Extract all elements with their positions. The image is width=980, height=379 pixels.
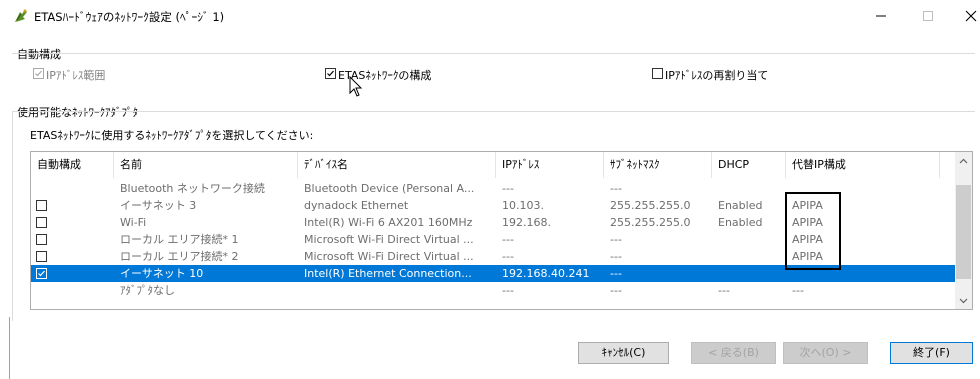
row-ip: --- [502,284,514,297]
next-button[interactable]: 次へ(O) > [783,342,868,364]
col-subnet-mask[interactable]: ｻﾌﾞﾈｯﾄﾏｽｸ [604,152,712,178]
left-divider [9,317,10,379]
row-dhcp [718,180,784,197]
row-mask: --- [610,182,622,195]
back-button[interactable]: < 戻る(B) [691,342,776,364]
row-name: イーサネット 3 [120,199,197,212]
col-dhcp[interactable]: DHCP [712,152,786,178]
row-dhcp [718,265,784,282]
col-name[interactable]: 名前 [114,152,298,178]
col-device-name[interactable]: ﾃﾞﾊﾞｲｽ名 [298,152,496,178]
table-row[interactable]: ｱﾀﾞﾌﾟﾀなし --- --- --- --- [31,282,955,299]
row-name: ローカル エリア接続* 1 [120,233,239,246]
scroll-up-icon[interactable] [955,152,972,169]
row-device: dynadock Ethernet [304,199,409,212]
etas-network-config-checkbox[interactable] [325,68,336,79]
row-name: ローカル エリア接続* 2 [120,250,239,263]
ip-range-label: IPｱﾄﾞﾚｽ範囲 [46,69,106,82]
minimize-button[interactable] [858,4,904,28]
row-checkbox[interactable] [36,200,47,211]
col-ip-address[interactable]: IPｱﾄﾞﾚｽ [496,152,604,178]
adapters-instruction: ETASﾈｯﾄﾜｰｸに使用するﾈｯﾄﾜｰｸｱﾀﾞﾌﾟﾀを選択してください: [30,129,314,142]
row-dhcp: Enabled [718,216,763,229]
row-mask: --- [610,284,622,297]
row-checkbox[interactable] [36,234,47,245]
row-device: Intel(R) Wi-Fi 6 AX201 160MHz [304,216,473,229]
ip-reassign-checkbox[interactable] [652,68,663,79]
row-dhcp: Enabled [718,199,763,212]
ip-reassign-label: IPｱﾄﾞﾚｽの再割り当て [665,69,769,82]
row-mask: --- [610,267,622,280]
row-mask: 255.255.255.0 [610,199,691,212]
close-button[interactable] [948,4,980,28]
row-name: Bluetooth ネットワーク接続 [120,182,265,195]
mouse-cursor-icon [349,75,363,101]
row-device [304,282,494,299]
table-scrollbar[interactable] [955,152,972,309]
row-name: Wi-Fi [120,216,147,229]
row-ip: 192.168.40.241 [502,267,590,280]
title-bar: ETASﾊｰﾄﾞｳｪｱのﾈｯﾄﾜｰｸ設定 (ﾍﾟｰｼﾞ 1) [0,0,980,30]
auto-config-group [12,53,975,91]
row-mask: 255.255.255.0 [610,216,691,229]
row-device: Intel(R) Ethernet Connection... [304,267,472,280]
row-name: イーサネット 10 [120,267,204,280]
col-alt-ip-config[interactable]: 代替IP構成 [786,152,940,178]
scroll-thumb[interactable] [956,185,971,279]
row-checkbox[interactable] [36,268,47,279]
scroll-down-icon[interactable] [955,292,972,309]
ip-range-checkbox[interactable] [33,68,44,79]
row-dhcp [718,231,784,248]
table-header: 自動構成 名前 ﾃﾞﾊﾞｲｽ名 IPｱﾄﾞﾚｽ ｻﾌﾞﾈｯﾄﾏｽｸ DHCP 代… [31,152,955,178]
col-auto-config[interactable]: 自動構成 [31,152,114,178]
row-device: Bluetooth Device (Personal A... [304,182,475,195]
row-dhcp: --- [718,284,730,297]
row-checkbox[interactable] [36,251,47,262]
window-title: ETASﾊｰﾄﾞｳｪｱのﾈｯﾄﾜｰｸ設定 (ﾍﾟｰｼﾞ 1) [34,10,225,24]
finish-button[interactable]: 終了(F) [890,342,973,364]
cancel-button[interactable]: ｷｬﾝｾﾙ(C) [578,342,669,364]
row-ip: 10.103. [502,199,544,212]
maximize-button[interactable] [905,4,951,28]
row-device: Microsoft Wi-Fi Direct Virtual ... [304,233,474,246]
row-checkbox[interactable] [36,217,47,228]
row-mask: --- [610,233,622,246]
row-mask: --- [610,250,622,263]
etas-hardware-icon [13,8,29,24]
row-ip: --- [502,182,514,195]
annotation-highlight-box [785,192,841,270]
row-alt: --- [792,284,804,297]
row-ip: --- [502,250,514,263]
row-name: ｱﾀﾞﾌﾟﾀなし [120,284,175,297]
row-dhcp [718,248,784,265]
row-ip: --- [502,233,514,246]
row-ip: 192.168. [502,216,551,229]
row-device: Microsoft Wi-Fi Direct Virtual ... [304,250,474,263]
